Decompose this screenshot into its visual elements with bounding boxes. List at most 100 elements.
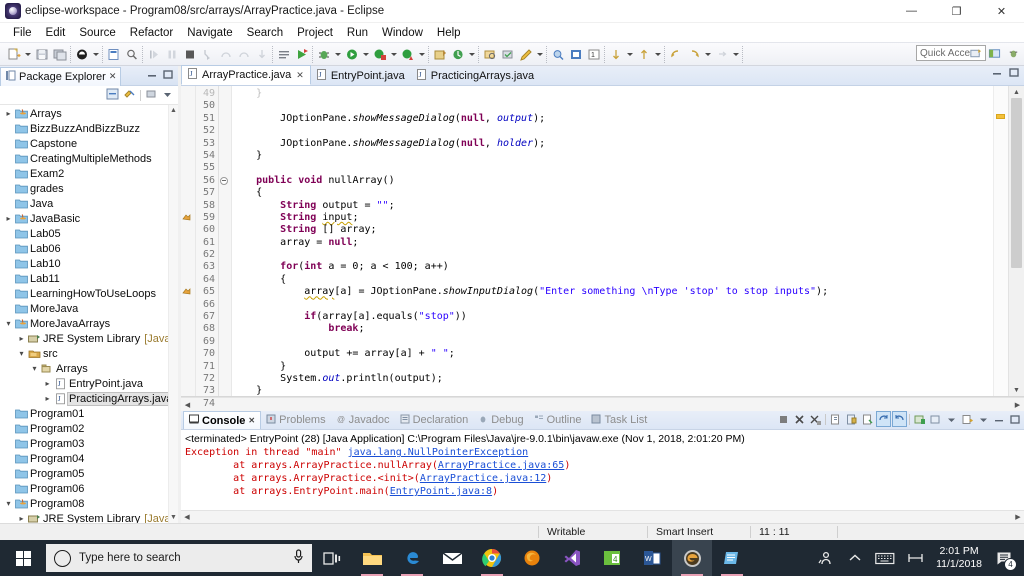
tree-item[interactable]: Java <box>0 196 178 211</box>
tree-expand-arrow-open[interactable]: ▾ <box>16 349 27 358</box>
code-line[interactable]: } <box>232 88 993 100</box>
code-line[interactable]: String input; <box>232 212 993 224</box>
maximize-view-icon[interactable] <box>163 69 174 82</box>
java-perspective-button[interactable] <box>986 45 1003 62</box>
tree-expand-arrow[interactable]: ▸ <box>16 514 27 523</box>
console-hscroll-left-icon[interactable]: ◀ <box>181 513 193 521</box>
tab-task-list[interactable]: Task List <box>586 412 652 429</box>
tree-item[interactable]: ▾ src <box>0 346 178 361</box>
close-button[interactable]: ✕ <box>979 0 1024 22</box>
remove-launch-button[interactable] <box>793 412 806 426</box>
forward-nav-dropdown-icon[interactable] <box>731 46 740 63</box>
tree-item[interactable]: ▸ J EntryPoint.java <box>0 376 178 391</box>
coverage-dropdown-icon[interactable] <box>389 46 398 63</box>
editor-overview-ruler[interactable] <box>993 86 1008 396</box>
tree-item[interactable]: Capstone <box>0 136 178 151</box>
editor-tab-close-icon[interactable]: ✕ <box>296 70 304 81</box>
last-edit-location-button[interactable] <box>517 46 534 63</box>
project-tree[interactable]: ▸ Arrays BizzBuzzAndBizzBuzz Capstone Creati… <box>0 105 178 523</box>
save-button[interactable] <box>33 46 50 63</box>
code-line[interactable]: JOptionPane.showMessageDialog(null, outp… <box>232 113 993 125</box>
tab-console[interactable]: Console ✕ <box>183 411 262 429</box>
console-horizontal-scrollbar[interactable]: ◀ ▶ <box>181 510 1024 523</box>
code-line[interactable]: { <box>232 187 993 199</box>
search-button[interactable] <box>123 46 140 63</box>
scroll-lock-button[interactable] <box>845 412 858 426</box>
tree-item[interactable]: Lab11 <box>0 271 178 286</box>
tree-item[interactable]: ▸ Arrays <box>0 106 178 121</box>
code-line[interactable]: array = null; <box>232 237 993 249</box>
overview-warning-marker[interactable] <box>996 114 1005 119</box>
pin-console-button[interactable] <box>861 412 874 426</box>
show-console-on-output-button[interactable] <box>876 411 891 427</box>
coverage-button[interactable] <box>371 46 388 63</box>
maximize-editor-icon[interactable] <box>1009 68 1020 80</box>
menu-run[interactable]: Run <box>340 26 375 40</box>
run-as-dropdown-icon[interactable] <box>361 46 370 63</box>
remove-all-terminated-button[interactable] <box>809 412 822 426</box>
drop-to-frame-button[interactable] <box>253 46 270 63</box>
open-perspective-button[interactable] <box>967 45 984 62</box>
collapse-all-icon[interactable] <box>106 88 119 103</box>
tree-vertical-scrollbar[interactable]: ▲ ▼ <box>168 105 178 523</box>
tab-outline[interactable]: Outline <box>529 412 587 429</box>
editor-scroll-up-icon[interactable]: ▲ <box>1013 86 1020 98</box>
stack-trace-line[interactable]: Exception in thread "main" java.lang.Nul… <box>185 446 1024 459</box>
code-line[interactable]: { <box>232 274 993 286</box>
taskbar-clock[interactable]: 2:01 PM 11/1/2018 <box>930 545 988 571</box>
warning-marker[interactable] <box>181 212 195 224</box>
tree-item[interactable]: Lab05 <box>0 226 178 241</box>
tree-item[interactable]: ▾ Arrays <box>0 361 178 376</box>
code-line[interactable]: public void nullArray() <box>232 175 993 187</box>
menu-refactor[interactable]: Refactor <box>123 26 180 40</box>
editor-folding-gutter[interactable] <box>219 86 232 396</box>
tree-item[interactable]: Program04 <box>0 451 178 466</box>
tree-item[interactable]: ▾ MoreJavaArrays <box>0 316 178 331</box>
menu-edit[interactable]: Edit <box>39 26 73 40</box>
editor-tab-entrypoint[interactable]: J EntryPoint.java <box>311 67 411 85</box>
code-line[interactable]: output += array[a] + " "; <box>232 348 993 360</box>
code-line[interactable]: System.out.println(output); <box>232 373 993 385</box>
open-type-button[interactable] <box>481 46 498 63</box>
minimize-view-icon[interactable] <box>147 70 158 82</box>
menu-source[interactable]: Source <box>72 26 122 40</box>
tree-item[interactable]: Program02 <box>0 421 178 436</box>
stack-link[interactable]: ArrayPractice.java:65 <box>438 460 564 471</box>
console-tab-close-icon[interactable]: ✕ <box>248 416 255 425</box>
tree-item[interactable]: ▸JRE System Library[JavaSE-9] <box>0 511 178 524</box>
tree-item[interactable]: BizzBuzzAndBizzBuzz <box>0 121 178 136</box>
tree-item[interactable]: MoreJava <box>0 301 178 316</box>
previous-annotation-button[interactable] <box>635 46 652 63</box>
taskbar-search-box[interactable]: Type here to search <box>46 544 312 572</box>
tree-item[interactable]: LearningHowToUseLoops <box>0 286 178 301</box>
mail-icon[interactable] <box>432 540 472 576</box>
tree-item[interactable]: Program06 <box>0 481 178 496</box>
code-editor[interactable]: 49 50 51 52 53 54 55 56 57 58 59 60 61 62 63 64 65 66 67 68… <box>181 86 1024 421</box>
editor-scroll-thumb[interactable] <box>1011 98 1022 268</box>
code-line[interactable]: } <box>232 361 993 373</box>
history-dropdown-icon[interactable] <box>703 46 712 63</box>
tree-item[interactable]: Program03 <box>0 436 178 451</box>
back-button[interactable] <box>667 46 684 63</box>
profile-button[interactable] <box>399 46 416 63</box>
view-dropdown-icon[interactable] <box>162 88 173 103</box>
stack-trace-line[interactable]: at arrays.EntryPoint.main(EntryPoint.jav… <box>185 485 1024 498</box>
display-selected-console-button[interactable] <box>913 412 926 426</box>
microphone-icon[interactable] <box>293 549 304 567</box>
code-line[interactable] <box>232 336 993 348</box>
editor-hscroll-track[interactable] <box>194 400 1011 409</box>
tree-item[interactable]: grades <box>0 181 178 196</box>
link-with-editor-icon[interactable] <box>123 88 136 103</box>
suspend-button[interactable] <box>163 46 180 63</box>
tree-item[interactable]: ▾ Program08 <box>0 496 178 511</box>
maximize-console-icon[interactable] <box>1009 412 1022 426</box>
tab-javadoc[interactable]: @ Javadoc <box>331 412 395 429</box>
toggle-mark-occurrences-button[interactable]: 1 <box>585 46 602 63</box>
new-console-view-button[interactable] <box>961 412 974 426</box>
debug-perspective-button[interactable] <box>1005 45 1022 62</box>
menu-project[interactable]: Project <box>290 26 340 40</box>
stack-trace-line[interactable]: at arrays.ArrayPractice.nullArray(ArrayP… <box>185 459 1024 472</box>
run-last-tool-button[interactable] <box>73 46 90 63</box>
code-line[interactable] <box>232 249 993 261</box>
code-line[interactable]: array[a] = JOptionPane.showInputDialog("… <box>232 286 993 298</box>
